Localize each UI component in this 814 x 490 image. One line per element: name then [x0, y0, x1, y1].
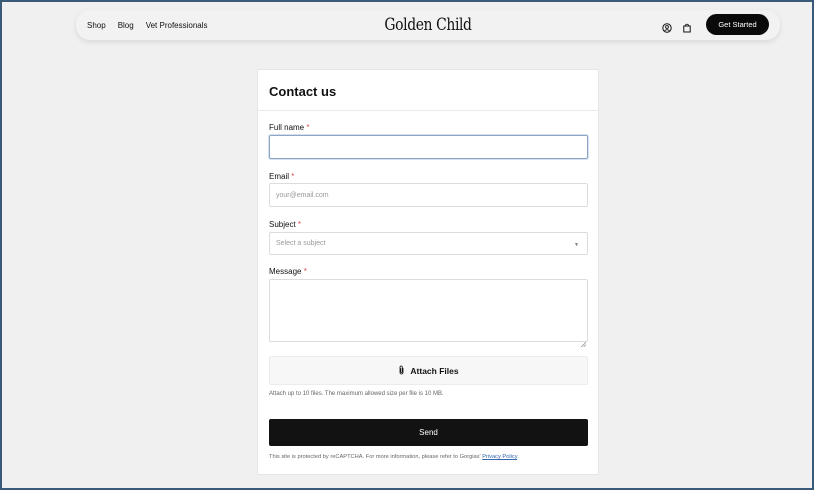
send-button[interactable]: Send: [269, 419, 588, 446]
full-name-label-text: Full name: [269, 123, 305, 132]
brand-logo[interactable]: Golden Child: [384, 15, 472, 35]
account-icon[interactable]: [662, 20, 672, 33]
attach-files-label: Attach Files: [410, 365, 459, 376]
nav-link-vet-professionals[interactable]: Vet Professionals: [146, 21, 208, 30]
nav-actions: Get Started: [662, 14, 769, 35]
required-mark: *: [303, 267, 307, 276]
top-navigation: Shop Blog Vet Professionals Golden Child…: [76, 10, 780, 40]
recaptcha-end: .: [517, 454, 519, 460]
contact-form-card: Contact us Full name * Email * your@emai…: [257, 69, 599, 475]
email-placeholder: your@email.com: [276, 191, 329, 199]
full-name-label: Full name *: [269, 123, 309, 132]
subject-label-text: Subject: [269, 220, 296, 229]
email-label-text: Email: [269, 172, 290, 181]
email-input[interactable]: your@email.com: [269, 183, 588, 207]
attach-files-button[interactable]: Attach Files: [269, 356, 588, 385]
subject-select[interactable]: Select a subject ▼: [269, 232, 588, 255]
message-label: Message *: [269, 267, 307, 276]
attach-hint: Attach up to 10 files. The maximum allow…: [269, 391, 444, 397]
recaptcha-text: This site is protected by reCAPTCHA. For…: [269, 454, 481, 460]
title-divider: [258, 110, 598, 111]
message-label-text: Message: [269, 267, 302, 276]
full-name-input[interactable]: [269, 135, 588, 159]
required-mark: *: [306, 123, 310, 132]
recaptcha-notice: This site is protected by reCAPTCHA. For…: [269, 454, 519, 460]
get-started-button[interactable]: Get Started: [706, 14, 769, 35]
subject-selected: Select a subject: [276, 240, 326, 247]
message-textarea[interactable]: [269, 279, 588, 348]
required-mark: *: [297, 220, 302, 229]
nav-link-shop[interactable]: Shop: [87, 21, 106, 30]
email-label: Email *: [269, 172, 294, 181]
bag-icon[interactable]: [682, 20, 692, 32]
required-mark: *: [291, 172, 295, 181]
resize-handle-icon[interactable]: [580, 334, 587, 348]
nav-links: Shop Blog Vet Professionals: [87, 21, 208, 30]
privacy-policy-link[interactable]: Privacy Policy: [482, 454, 517, 460]
paperclip-icon: [398, 365, 405, 377]
nav-link-blog[interactable]: Blog: [118, 21, 134, 30]
form-title: Contact us: [269, 84, 337, 99]
chevron-down-icon: ▼: [574, 242, 579, 248]
subject-label: Subject *: [269, 220, 301, 229]
